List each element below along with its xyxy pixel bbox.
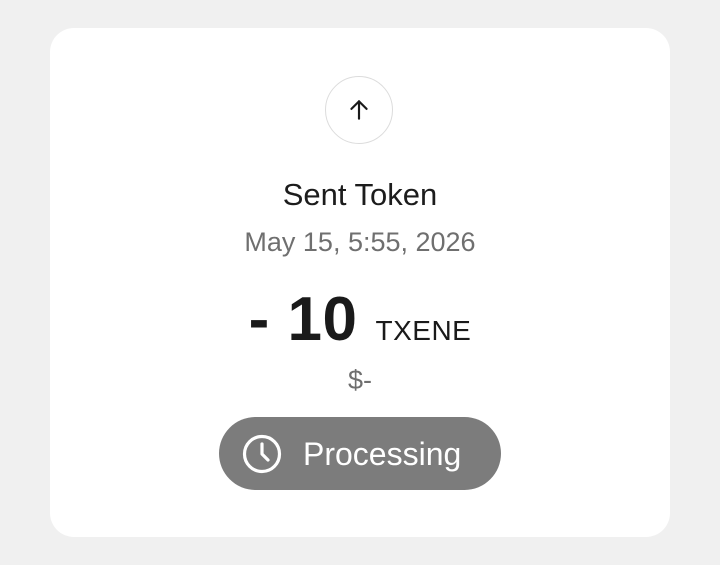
sent-direction-badge [325, 76, 393, 144]
status-badge: Processing [219, 417, 501, 490]
fiat-value: $- [347, 365, 372, 395]
transaction-title: Sent Token [282, 177, 438, 212]
transaction-detail-card: Sent Token May 15, 5:55, 2026 - 10 TXENE… [50, 28, 670, 537]
amount-row: - 10 TXENE [50, 284, 670, 356]
arrow-up-icon [350, 100, 368, 120]
token-symbol: TXENE [375, 315, 472, 346]
status-label: Processing [303, 435, 462, 472]
amount-value: - 10 [248, 285, 358, 354]
clock-icon [242, 434, 282, 473]
transaction-date: May 15, 5:55, 2026 [244, 227, 476, 257]
